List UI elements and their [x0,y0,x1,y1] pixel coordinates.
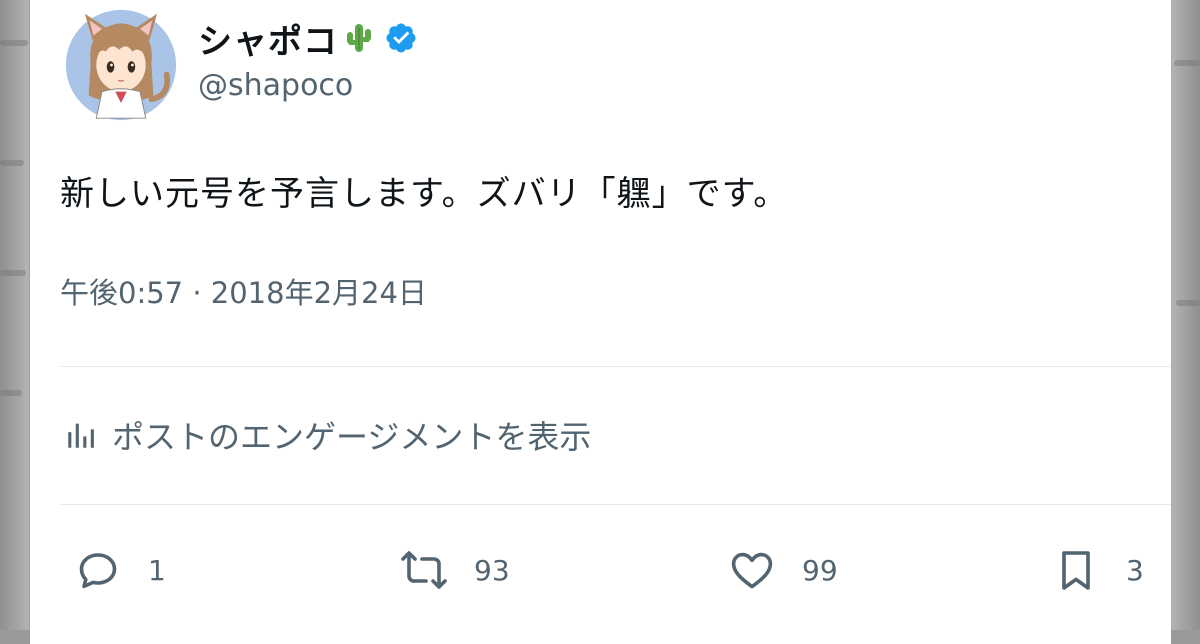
bookmark-button[interactable]: 3 [1052,530,1144,610]
tweet-timestamp[interactable]: 午後0:57 · 2018年2月24日 [60,270,427,312]
tweet-card: シャポコ @shapoco 新しい元号を予言します。ズバリ「𨊂」です。 午後0:… [30,0,1171,644]
bookmark-icon [1062,551,1090,590]
background-line [0,160,24,166]
cactus-icon [347,24,371,52]
heart-icon [731,552,773,589]
background-line [0,270,26,276]
background-line [1176,300,1200,306]
reply-count: 1 [148,553,166,587]
background-line [0,40,28,46]
display-name-row: シャポコ [198,14,418,62]
avatar[interactable] [64,8,178,122]
divider [60,366,1171,367]
view-engagements-label: ポストのエンゲージメントを表示 [112,418,592,456]
verified-badge-icon[interactable] [384,21,418,55]
action-bar: 1 93 99 3 [30,530,1171,610]
retweet-button[interactable]: 93 [400,530,510,610]
reply-button[interactable]: 1 [74,530,166,610]
display-name[interactable]: シャポコ [198,14,338,63]
like-count: 99 [802,553,838,587]
user-handle[interactable]: @shapoco [198,68,353,103]
bar-chart-icon [68,423,94,448]
like-button[interactable]: 99 [728,530,838,610]
divider [60,504,1171,505]
tweet-text: 新しい元号を予言します。ズバリ「𨊂」です。 [60,174,789,214]
background-line [1174,60,1200,66]
reply-icon [79,553,117,589]
background-line [0,390,22,396]
view-engagements-link[interactable]: ポストのエンゲージメントを表示 [64,412,591,458]
retweet-count: 93 [474,553,510,587]
retweet-icon [401,551,447,589]
bookmark-count: 3 [1126,553,1144,587]
